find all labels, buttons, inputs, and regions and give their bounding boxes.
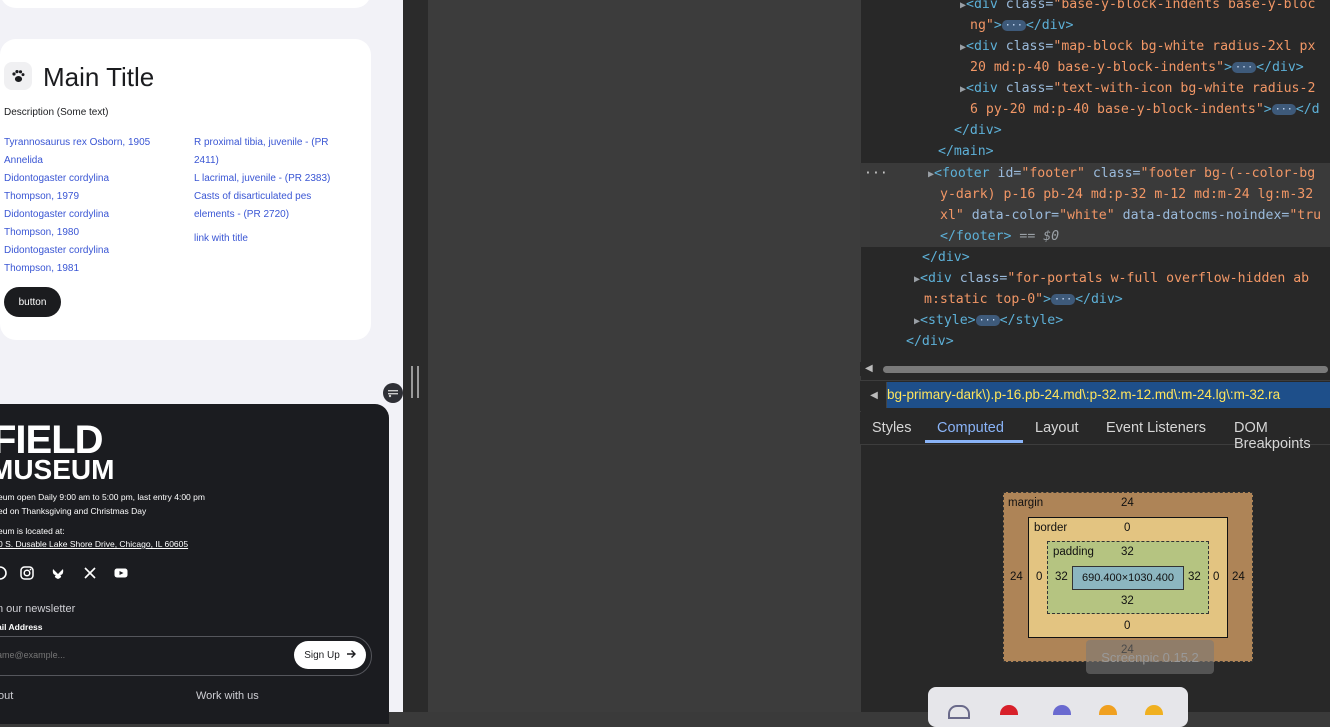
dom-line[interactable]: </div>: [922, 247, 970, 268]
paw-icon: [4, 62, 32, 90]
box-model-content[interactable]: 690.400×1030.400: [1072, 566, 1184, 590]
more-options-icon[interactable]: ···: [864, 163, 888, 184]
border-bottom-value[interactable]: 0: [1124, 620, 1130, 632]
bluesky-icon[interactable]: [51, 566, 65, 580]
dom-line-selected[interactable]: ▶<footer id="footer" class="footer bg-(-…: [928, 163, 1315, 185]
border-right-value[interactable]: 0: [1213, 571, 1219, 583]
dom-line[interactable]: 6 py-20 md:p-40 base-y-block-indents"> ··…: [970, 99, 1320, 120]
dom-line[interactable]: 20 md:p-40 base-y-block-indents"> ··· </di…: [970, 57, 1304, 78]
dock-app-icon[interactable]: [948, 705, 970, 719]
dom-line[interactable]: ▶<div class="text-with-icon bg-white rad…: [960, 78, 1315, 100]
link-item[interactable]: Casts of disarticulated pes: [194, 188, 311, 206]
closed-text: ed on Thanksgiving and Christmas Day: [0, 506, 147, 516]
border-label: border: [1034, 522, 1068, 534]
dom-line-selected[interactable]: xl" data-color="white" data-datocms-noin…: [940, 205, 1321, 226]
empty-viewport: [428, 0, 860, 712]
link-item[interactable]: Thompson, 1980: [4, 224, 79, 242]
collapsed-dots: ···: [975, 314, 1000, 326]
scrollbar-thumb[interactable]: [883, 366, 1328, 373]
margin-left-value[interactable]: 24: [1010, 571, 1023, 583]
link-item[interactable]: Tyrannosaurus rex Osborn, 1905: [4, 134, 150, 152]
padding-bottom-value[interactable]: 32: [1121, 595, 1134, 607]
margin-label: margin: [1008, 497, 1044, 509]
collapsed-dots: ···: [1232, 61, 1257, 73]
link-item[interactable]: Thompson, 1979: [4, 188, 79, 206]
link-item[interactable]: Didontogaster cordylina: [4, 170, 109, 188]
x-icon[interactable]: [83, 566, 97, 580]
tab-layout[interactable]: Layout: [1035, 420, 1079, 436]
dom-line[interactable]: </main>: [938, 141, 994, 162]
padding-top-value[interactable]: 32: [1121, 546, 1134, 558]
link-item[interactable]: L lacrimal, juvenile - (PR 2383): [194, 170, 330, 188]
logo-museum: MUSEUM: [0, 454, 115, 485]
hours-text: eum open Daily 9:00 am to 5:00 pm, last …: [0, 492, 205, 502]
link-item[interactable]: 2411): [194, 152, 219, 170]
dom-line[interactable]: m:static top-0"> ··· </div>: [924, 289, 1123, 310]
tab-styles[interactable]: Styles: [872, 420, 912, 436]
margin-top-value[interactable]: 24: [1121, 497, 1134, 509]
link-item[interactable]: Thompson, 1981: [4, 260, 79, 278]
collapsed-dots: ···: [1051, 293, 1076, 305]
dom-line[interactable]: ▶<div class="for-portals w-full overflow…: [914, 268, 1309, 290]
collapsed-dots: ···: [1271, 103, 1296, 115]
link-item[interactable]: Annelida: [4, 152, 43, 170]
link-item[interactable]: R proximal tibia, juvenile - (PR: [194, 134, 329, 152]
facebook-icon[interactable]: [0, 566, 7, 580]
previous-card: [0, 0, 371, 8]
tab-event-listeners[interactable]: Event Listeners: [1106, 420, 1206, 436]
tab-dom-breakpoints[interactable]: DOM Breakpoints: [1234, 420, 1330, 452]
email-label: ail Address: [0, 622, 43, 632]
collapsed-dots: ···: [1001, 19, 1026, 31]
link-item[interactable]: elements - (PR 2720): [194, 206, 289, 224]
dom-line[interactable]: ▶<div class="base-y-block-indents base-y…: [960, 0, 1315, 16]
dom-line[interactable]: ▶<div class="map-block bg-white radius-2…: [960, 36, 1315, 58]
border-top-value[interactable]: 0: [1124, 522, 1130, 534]
padding-right-value[interactable]: 32: [1188, 571, 1201, 583]
arrow-right-icon: [346, 649, 356, 662]
breadcrumb-selected[interactable]: bg-primary-dark\).p-16.pb-24.md\:p-32.m-…: [887, 382, 1330, 408]
page-title: Main Title: [43, 62, 155, 92]
logo-field: FIELD: [0, 418, 104, 462]
drag-handle-icon[interactable]: [383, 383, 403, 403]
active-tab-indicator: [925, 440, 1023, 443]
dom-line[interactable]: ng"> ··· </div>: [970, 15, 1073, 36]
newsletter-heading: n our newsletter: [0, 603, 76, 615]
located-text: eum is located at:: [0, 526, 65, 536]
sign-up-label: Sign Up: [304, 649, 340, 661]
tab-computed[interactable]: Computed: [937, 420, 1004, 436]
breadcrumb-scroll-left-icon[interactable]: ◀: [862, 382, 887, 408]
margin-right-value[interactable]: 24: [1232, 571, 1245, 583]
address-link[interactable]: 0 S. Dusable Lake Shore Drive, Chicago, …: [0, 539, 188, 549]
link-item[interactable]: Didontogaster cordylina: [4, 206, 109, 224]
scroll-left-icon[interactable]: ◀: [865, 363, 873, 374]
dom-line[interactable]: </div>: [906, 331, 954, 352]
splitter-grip[interactable]: [411, 366, 419, 398]
instagram-icon[interactable]: [20, 566, 34, 580]
screenpic-toast: Screenpic 0.15.2: [1086, 640, 1214, 674]
footer-work-heading[interactable]: Work with us: [196, 690, 259, 702]
padding-label: padding: [1053, 546, 1094, 558]
dom-line[interactable]: ▶<style> ··· </style>: [914, 310, 1063, 332]
youtube-icon[interactable]: [114, 566, 128, 580]
link-with-title[interactable]: link with title: [194, 230, 248, 248]
dom-line-selected[interactable]: </footer> == $0: [940, 226, 1059, 247]
footer-about-heading[interactable]: out: [0, 690, 13, 702]
panel-splitter[interactable]: [403, 0, 428, 712]
dom-line-selected[interactable]: y-dark) p-16 pb-24 md:p-32 m-12 md:m-24 …: [940, 184, 1313, 205]
sign-up-button[interactable]: Sign Up: [294, 641, 366, 669]
dom-line[interactable]: </div>: [954, 120, 1002, 141]
padding-left-value[interactable]: 32: [1055, 571, 1068, 583]
description: Description (Some text): [4, 107, 109, 118]
link-item[interactable]: Didontogaster cordylina: [4, 242, 109, 260]
email-input[interactable]: [0, 650, 227, 660]
primary-button[interactable]: button: [4, 287, 61, 317]
border-left-value[interactable]: 0: [1036, 571, 1042, 583]
